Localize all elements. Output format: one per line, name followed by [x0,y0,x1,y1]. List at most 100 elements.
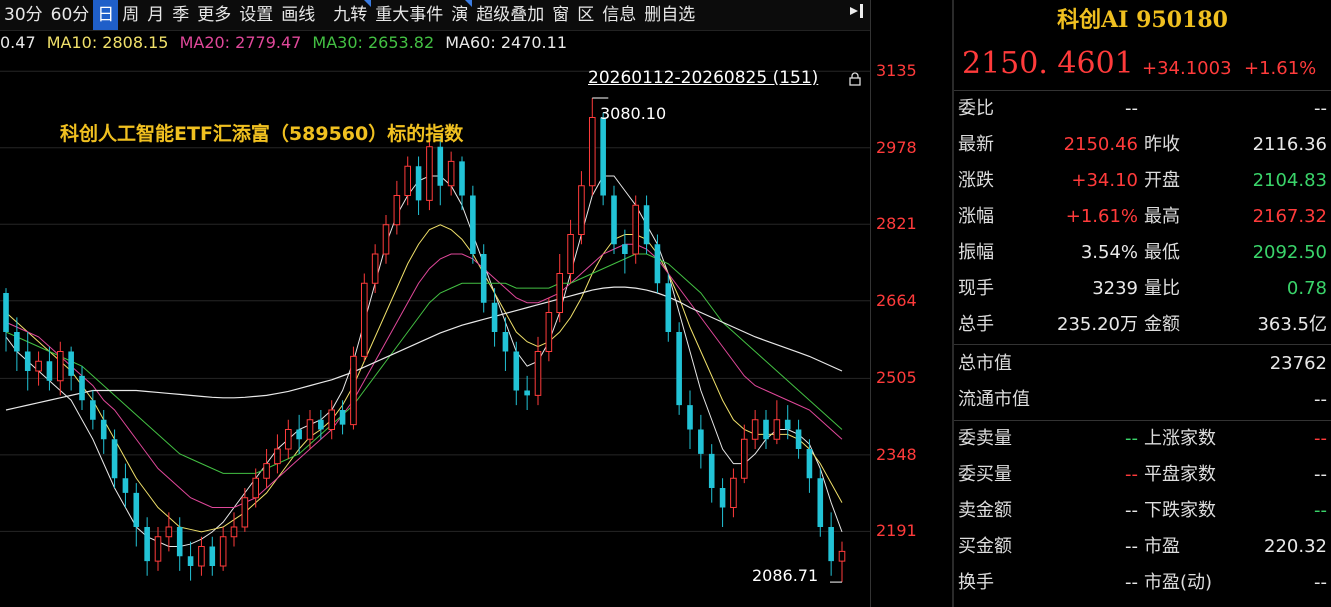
candle-body[interactable] [296,429,302,440]
candle-body[interactable] [480,254,487,303]
candle-body[interactable] [360,282,368,357]
toolbar-item[interactable]: 设置 [235,0,277,30]
candle-body[interactable] [578,185,585,235]
candle-body[interactable] [100,419,107,440]
candle-body[interactable] [111,439,118,479]
price-change-pct: +1.61% [1244,58,1317,79]
candle-body[interactable] [719,488,726,508]
date-range-label[interactable]: 20260112-20260825 (151) [588,68,818,88]
candle-body[interactable] [209,546,216,567]
candle-body[interactable] [241,497,249,528]
toolbar-item[interactable]: 画线 [277,0,319,30]
candle-body[interactable] [318,419,324,430]
candle-body[interactable] [219,536,227,567]
candle-body[interactable] [24,351,31,372]
candle-body[interactable] [415,166,422,201]
toolbar-item[interactable]: 信息 [598,0,640,30]
candle-body[interactable] [773,419,781,440]
candle-body[interactable] [154,536,162,562]
candle-body[interactable] [643,205,650,245]
candle-body[interactable] [90,400,96,420]
candle-body[interactable] [447,160,455,187]
candle-body[interactable] [426,146,433,201]
toolbar-item[interactable]: 区 [573,0,598,30]
candle-body[interactable] [502,332,509,352]
toolbar-item[interactable]: 九转 [329,0,372,30]
candle-body[interactable] [176,527,183,557]
candle-body[interactable] [339,410,346,425]
candle-body[interactable] [588,117,596,187]
candle-body[interactable] [393,195,401,226]
candle-body[interactable] [545,312,553,352]
candle-body[interactable] [274,448,281,465]
candle-body[interactable] [263,463,270,479]
candle-body[interactable] [144,527,150,562]
candle-body[interactable] [46,361,53,381]
candle-body[interactable] [371,253,379,284]
candle-body[interactable] [698,429,704,454]
toolbar-item[interactable]: 周 [118,0,143,30]
candle-body[interactable] [230,526,238,538]
toolbar-item[interactable]: 重大事件 [371,0,447,30]
candle-body[interactable] [784,419,791,430]
candle-body[interactable] [708,453,715,488]
candle-body[interactable] [611,195,617,245]
candle-body[interactable] [437,146,444,186]
toolbar-item[interactable]: 窗 [548,0,573,30]
candle-body[interactable] [68,351,74,376]
candle-body[interactable] [14,332,20,352]
candle-body[interactable] [676,332,682,406]
candle-body[interactable] [404,165,412,196]
candle-body[interactable] [828,527,834,562]
candle-body[interactable] [133,492,140,527]
toolbar-item[interactable]: 月 [143,0,168,30]
toolbar-item[interactable]: 30分 [0,0,47,30]
candle-body[interactable] [622,244,628,254]
toolbar-item[interactable]: 日 [93,0,119,30]
candle-body[interactable] [187,556,194,566]
candle-body[interactable] [665,283,672,332]
toolbar-item[interactable]: 季 [168,0,193,30]
candle-body[interactable] [763,419,769,440]
candle-body[interactable] [513,351,520,391]
candle-body[interactable] [817,478,824,527]
candle-body[interactable] [79,375,85,401]
candle-body[interactable] [350,355,357,426]
toolbar-item[interactable]: 删自选 [640,0,699,30]
toolbar-item[interactable]: 更多 [193,0,235,30]
candle-body[interactable] [284,429,292,450]
candle-body[interactable] [470,195,476,255]
candle-body[interactable] [600,117,606,196]
candle-body[interactable] [122,478,129,493]
candle-body[interactable] [687,405,693,430]
candle-body[interactable] [740,438,748,479]
candle-body[interactable] [751,419,759,440]
candle-body[interactable] [654,244,661,284]
candle-body[interactable] [838,550,846,562]
candle-body[interactable] [524,390,530,396]
toolbar-item[interactable]: 演 [447,0,473,30]
collapse-icon[interactable] [844,0,870,30]
candle-body[interactable] [56,351,64,382]
candle-body[interactable] [3,293,9,332]
quote-label: 流通市值 [958,389,1030,410]
candle-body[interactable] [165,526,173,538]
toolbar-item[interactable]: 超级叠加 [472,0,548,30]
candle-body[interactable] [534,351,542,396]
candle-body[interactable] [382,224,390,255]
candle-body[interactable] [730,477,737,508]
toolbar-item[interactable]: 60分 [47,0,94,30]
lock-icon[interactable] [848,72,862,86]
candle-body[interactable] [198,546,205,567]
candle-body[interactable] [632,204,640,255]
candle-body[interactable] [567,234,574,274]
candle-body[interactable] [491,302,498,332]
candle-body[interactable] [556,273,564,313]
candle-body[interactable] [306,419,314,440]
candle-body[interactable] [795,429,802,450]
candle-body[interactable] [459,161,465,196]
candle-body[interactable] [328,409,336,430]
candle-body[interactable] [35,360,42,372]
candle-body[interactable] [806,449,813,479]
candle-body[interactable] [252,477,260,499]
